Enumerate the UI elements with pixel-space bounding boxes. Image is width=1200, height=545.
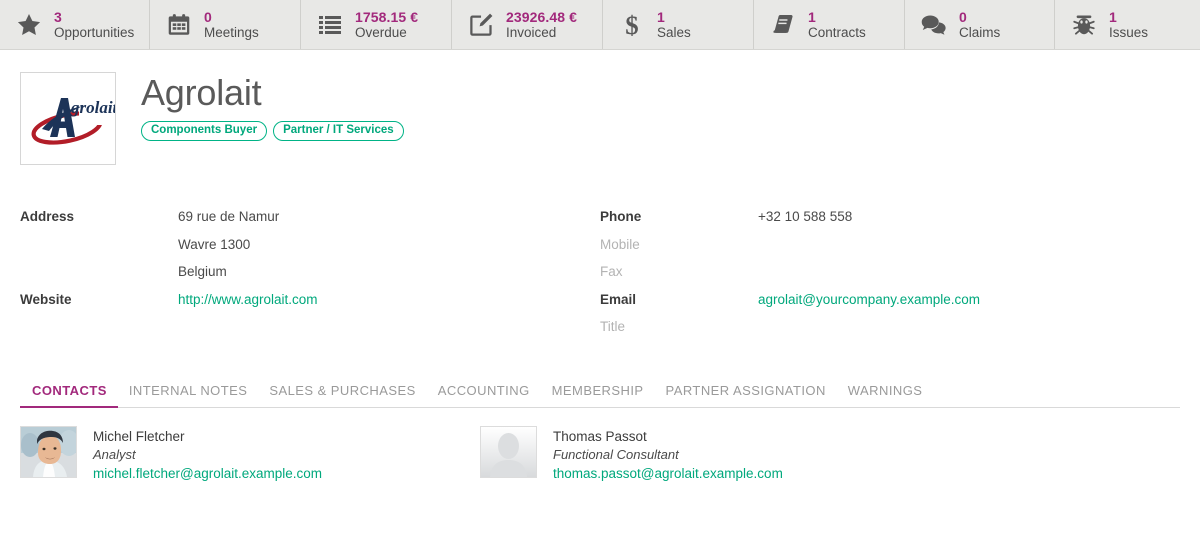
tab-internal-notes[interactable]: INTERNAL NOTES [118,383,259,407]
page-title: Agrolait [141,72,262,113]
tab-bar: CONTACTS INTERNAL NOTES SALES & PURCHASE… [20,383,1180,408]
stat-label: Issues [1109,24,1149,40]
tag-partner-it-services[interactable]: Partner / IT Services [273,120,404,142]
calendar-icon [164,10,194,40]
field-title: Title [600,319,1180,347]
field-value: +32 10 588 558 [758,209,853,224]
field-label: Email [600,291,637,307]
svg-text:grolait: grolait [70,98,115,117]
title-block: Agrolait Components Buyer Partner / IT S… [141,72,404,142]
tab-partner-assignation[interactable]: PARTNER ASSIGNATION [655,383,837,407]
tab-accounting[interactable]: ACCOUNTING [427,383,541,407]
field-value: Wavre 1300 [178,236,251,252]
stat-value: 0 [959,8,967,25]
contact-email-link[interactable]: thomas.passot@agrolait.example.com [553,464,783,483]
stat-value: 1 [657,8,665,25]
invoice-pencil-icon [466,10,496,40]
stat-label: Sales [657,24,691,40]
tag-list: Components Buyer Partner / IT Services [141,120,404,142]
record-header: grolait Agrolait Components Buyer Partne… [20,50,1180,165]
field-phone: Phone +32 10 588 558 [600,209,1180,237]
contact-card[interactable]: Thomas Passot Functional Consultant thom… [480,425,940,484]
stat-label: Claims [959,24,1001,40]
tab-membership[interactable]: MEMBERSHIP [541,383,655,407]
avatar [20,425,77,478]
company-logo: grolait [20,72,116,165]
bug-icon [1069,10,1099,40]
field-address-country: Belgium [20,264,600,292]
stat-label: Overdue [355,24,407,40]
stat-value: 1 [1109,8,1117,25]
stat-label: Invoiced [506,24,557,40]
stat-claims[interactable]: 0 Claims [905,0,1055,49]
field-website: Website http://www.agrolait.com [20,292,600,320]
stat-value: 1 [808,8,816,25]
email-link[interactable]: agrolait@yourcompany.example.com [758,292,980,307]
record-page: grolait Agrolait Components Buyer Partne… [0,50,1200,483]
field-label: Fax [600,264,623,279]
field-value: 69 rue de Namur [178,209,280,224]
stat-sales[interactable]: $ 1 Sales [603,0,754,49]
field-address-city: Wavre 1300 [20,237,600,265]
stat-meetings[interactable]: 0 Meetings [150,0,301,49]
stat-value: 23926.48 € [506,8,578,25]
tab-contacts[interactable]: CONTACTS [20,383,118,408]
stat-value: 1758.15 € [355,8,419,25]
star-icon [14,10,44,40]
field-label: Address [20,209,75,224]
contact-function: Functional Consultant [553,446,679,462]
field-label: Title [600,319,626,334]
field-address: Address 69 rue de Namur [20,209,600,237]
stat-label: Opportunities [54,24,135,40]
field-label: Phone [600,209,642,224]
stat-invoiced[interactable]: 23926.48 € Invoiced [452,0,603,49]
contact-card[interactable]: Michel Fletcher Analyst michel.fletcher@… [20,425,480,484]
contact-function: Analyst [93,446,136,462]
stat-issues[interactable]: 1 Issues [1055,0,1200,49]
tag-components-buyer[interactable]: Components Buyer [141,120,268,142]
avatar [480,425,537,478]
field-label: Mobile [600,236,640,252]
contact-email-link[interactable]: michel.fletcher@agrolait.example.com [93,464,322,483]
field-email: Email agrolait@yourcompany.example.com [600,292,1180,320]
field-value: Belgium [178,264,227,279]
field-grid: Address 69 rue de Namur Wavre 1300 Belgi… [20,209,1180,347]
stat-label: Meetings [204,24,259,40]
stat-label: Contracts [808,24,866,40]
tab-sales-and-purchases[interactable]: SALES & PURCHASES [258,383,426,407]
svg-text:$: $ [625,11,638,39]
stat-overdue[interactable]: 1758.15 € Overdue [301,0,452,49]
field-mobile: Mobile [600,237,1180,265]
stat-bar: 3 Opportunities 0 Meetings 1758.15 € Ove… [0,0,1200,50]
contact-name: Michel Fletcher [93,428,185,444]
stat-value: 3 [54,8,62,25]
stat-opportunities[interactable]: 3 Opportunities [0,0,150,49]
speech-bubbles-icon [919,10,949,40]
list-icon [315,10,345,40]
stat-contracts[interactable]: 1 Contracts [754,0,905,49]
contact-name: Thomas Passot [553,428,647,444]
website-link[interactable]: http://www.agrolait.com [178,292,318,307]
tab-warnings[interactable]: WARNINGS [837,383,934,407]
contact-list: Michel Fletcher Analyst michel.fletcher@… [20,425,1180,484]
book-icon [768,10,798,40]
field-column-left: Address 69 rue de Namur Wavre 1300 Belgi… [20,209,600,347]
field-fax: Fax [600,264,1180,292]
stat-value: 0 [204,8,212,25]
field-column-right: Phone +32 10 588 558 Mobile Fax Email ag… [600,209,1180,347]
field-label: Website [20,291,72,307]
dollar-icon: $ [617,10,647,40]
